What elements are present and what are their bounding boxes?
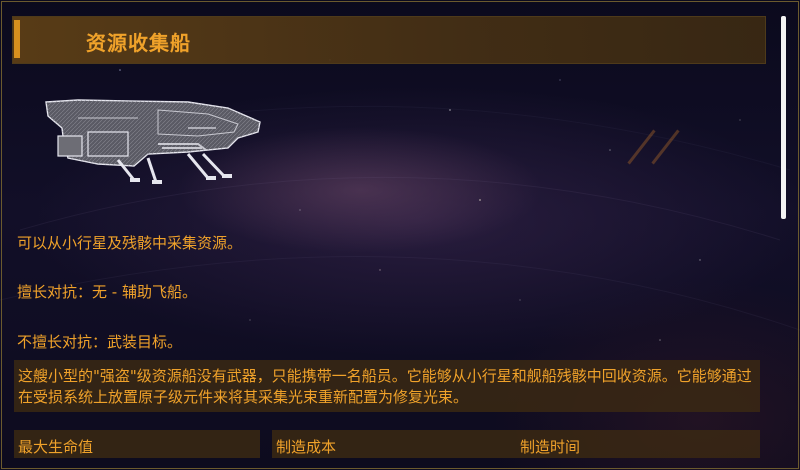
strong-against-text: 擅长对抗：无 - 辅助飞船。 <box>17 283 197 301</box>
ship-description: 这艘小型的"强盗"级资源船没有武器，只能携带一名船员。它能够从小行星和舰船残骸中… <box>18 367 752 406</box>
build-stats-box <box>272 430 760 458</box>
max-hp-label: 最大生命值 <box>18 438 94 456</box>
scrollbar-thumb[interactable] <box>781 16 786 219</box>
weak-against-text: 不擅长对抗：武装目标。 <box>17 333 183 351</box>
ability-text: 可以从小行星及残骸中采集资源。 <box>17 234 243 252</box>
build-cost-label: 制造成本 <box>276 438 337 456</box>
title-marker <box>14 20 20 58</box>
build-time-label: 制造时间 <box>520 438 581 456</box>
resource-collector-ship-icon <box>45 99 261 184</box>
panel-title: 资源收集船 <box>86 31 191 55</box>
